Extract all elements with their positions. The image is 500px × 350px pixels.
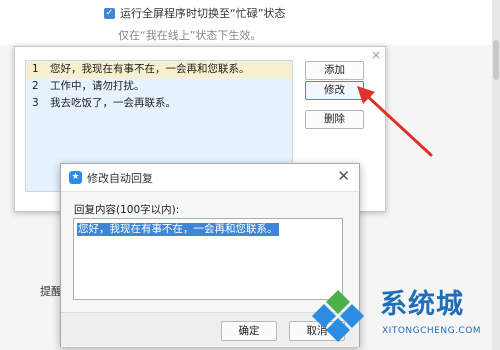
app-logo-icon: ★: [69, 171, 82, 184]
reply-item-number: 3: [32, 97, 39, 109]
reply-item-text: 我去吃饭了，一会再联系。: [50, 97, 176, 109]
watermark-name: 系统城: [380, 289, 464, 320]
reply-item-text: 工作中，请勿打扰。: [50, 80, 145, 92]
watermark-domain: XITONGCHENG.COM: [382, 326, 482, 336]
watermark-diamond-icon: [312, 290, 364, 342]
reply-item-number: 2: [32, 80, 39, 92]
reply-list-item[interactable]: 1 您好，我现在有事不在，一会再和您联系。: [26, 61, 292, 78]
add-reply-button[interactable]: 添加: [305, 61, 364, 80]
reply-content-selected-text: 您好，我现在有事不在，一会再和您联系。: [77, 223, 279, 236]
online-only-note: 仅在“我在线上”状态下生效。: [118, 29, 262, 42]
reply-list-item[interactable]: 2 工作中，请勿打扰。: [26, 78, 292, 95]
fullscreen-busy-label: 运行全屏程序时切换至“忙碌”状态: [120, 7, 286, 20]
site-watermark: 系统城 XITONGCHENG.COM: [310, 282, 500, 350]
ok-button[interactable]: 确定: [221, 321, 277, 341]
list-dialog-close-icon[interactable]: ×: [371, 48, 381, 62]
edit-dialog-close-icon[interactable]: ✕: [337, 167, 350, 185]
red-arrow-annotation: [357, 86, 433, 157]
reminder-label: 提醒: [40, 285, 62, 298]
edit-dialog-titlebar: ★ 修改自动回复 ✕: [61, 164, 359, 192]
reply-content-textarea[interactable]: 您好，我现在有事不在，一会再和您联系。: [73, 218, 343, 300]
reply-content-label: 回复内容(100字以内):: [74, 204, 180, 216]
settings-top-area: ✓ 运行全屏程序时切换至“忙碌”状态 仅在“我在线上”状态下生效。: [0, 0, 500, 45]
page-scrollbar-thumb[interactable]: [493, 40, 499, 80]
edit-dialog-title: 修改自动回复: [87, 172, 153, 185]
fullscreen-busy-option[interactable]: ✓ 运行全屏程序时切换至“忙碌”状态: [104, 5, 285, 21]
reply-list-item[interactable]: 3 我去吃饭了，一会再联系。: [26, 95, 292, 112]
fullscreen-busy-checkbox[interactable]: ✓: [104, 7, 115, 19]
reply-item-text: 您好，我现在有事不在，一会再和您联系。: [50, 63, 250, 75]
reply-item-number: 1: [32, 63, 39, 75]
